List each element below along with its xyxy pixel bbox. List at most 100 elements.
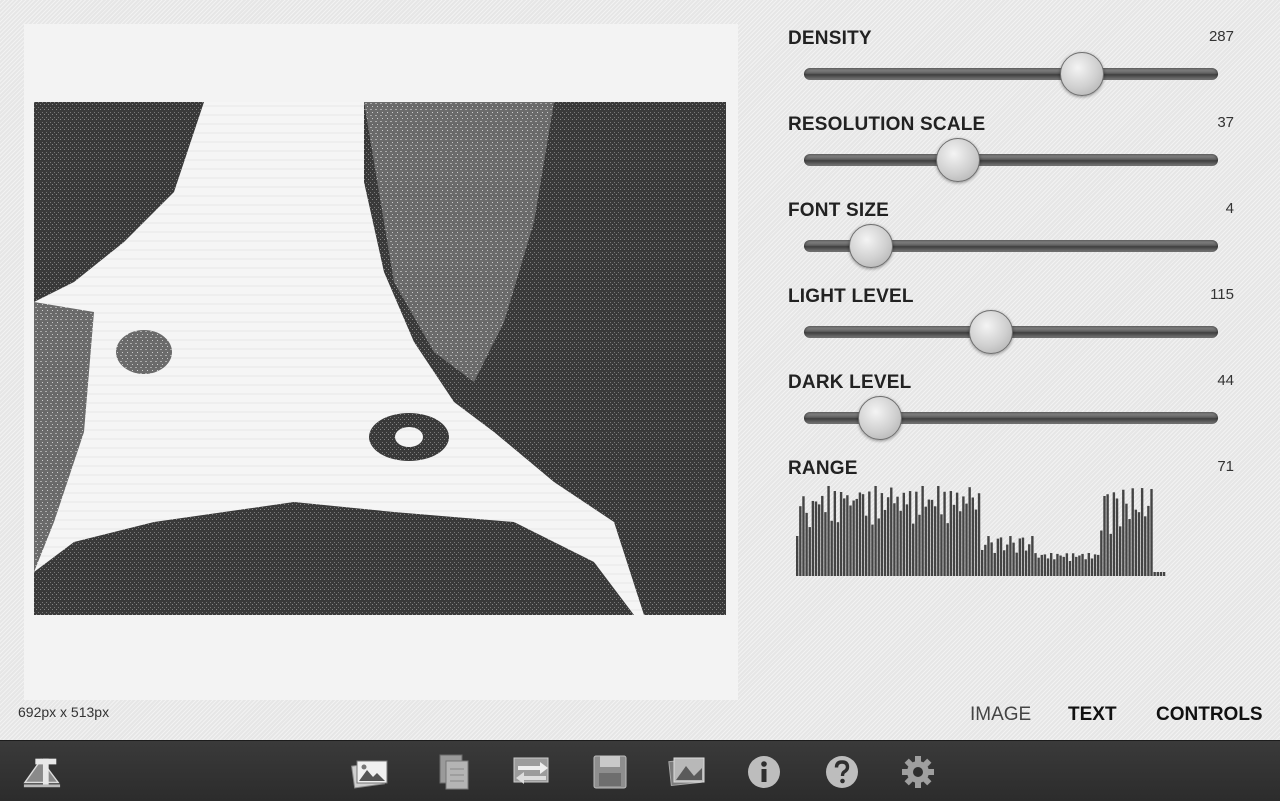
ascii-text-logo-icon[interactable] <box>22 753 62 791</box>
histogram-bar <box>839 491 843 576</box>
histogram-bar <box>933 506 937 576</box>
histogram-bar <box>849 505 852 576</box>
light-level-slider-track[interactable] <box>804 310 1218 354</box>
histogram-bar <box>1087 553 1091 576</box>
density-slider-track[interactable] <box>804 52 1218 96</box>
histogram-bar <box>927 499 931 576</box>
histogram-bar <box>949 491 953 576</box>
histogram-bar <box>1037 557 1040 576</box>
histogram-bar <box>1062 556 1065 576</box>
image-gallery-icon[interactable] <box>666 753 706 791</box>
font-size-control: FONT SIZE 4 <box>788 196 1238 282</box>
histogram-bar <box>868 491 871 576</box>
dark-level-value: 44 <box>1217 372 1234 389</box>
font-size-slider-thumb[interactable] <box>849 224 894 268</box>
histogram-bar <box>905 504 909 576</box>
histogram-bar <box>830 520 833 576</box>
dark-level-slider-track[interactable] <box>804 396 1218 440</box>
histogram-bar <box>846 495 849 576</box>
histogram-bar <box>890 487 893 576</box>
histogram-bar <box>1046 558 1050 576</box>
histogram-bar <box>912 523 915 576</box>
histogram-bar <box>1153 572 1156 576</box>
dark-level-slider-thumb[interactable] <box>857 396 902 440</box>
histogram-bar <box>1156 572 1159 576</box>
histogram-bar <box>1118 526 1122 576</box>
histogram-bar <box>821 495 824 576</box>
resolution-scale-slider-track[interactable] <box>804 138 1218 182</box>
font-size-label: FONT SIZE <box>788 200 890 221</box>
histogram-bar <box>1140 488 1144 576</box>
resolution-scale-value: 37 <box>1217 114 1234 131</box>
help-icon[interactable] <box>822 753 862 791</box>
histogram-bar <box>843 498 846 576</box>
histogram-bar <box>993 552 996 576</box>
light-level-slider-thumb[interactable] <box>969 310 1014 354</box>
tab-image[interactable]: IMAGE <box>970 704 1031 726</box>
histogram-bar <box>1159 572 1163 576</box>
histogram-bar <box>871 524 874 576</box>
histogram-bar <box>1112 492 1116 576</box>
histogram-bar <box>886 497 890 576</box>
controls-panel: DENSITY 287 RESOLUTION SCALE 37 FONT SIZ… <box>788 24 1238 540</box>
histogram-bar <box>984 544 987 576</box>
density-slider-thumb[interactable] <box>1060 52 1105 96</box>
histogram-bar <box>1056 553 1059 576</box>
histogram-bar <box>827 486 830 576</box>
histogram-bar <box>1059 555 1062 576</box>
histogram-bar <box>924 506 927 576</box>
histogram-bar <box>1015 552 1018 576</box>
histogram-bar <box>943 491 946 576</box>
histogram-bar <box>937 486 940 576</box>
resolution-scale-slider-thumb[interactable] <box>936 138 981 182</box>
histogram-bar <box>902 492 906 576</box>
settings-gear-icon[interactable] <box>898 753 938 791</box>
histogram-bar <box>1012 542 1015 576</box>
histogram-bar <box>1106 494 1109 576</box>
info-icon[interactable] <box>744 753 784 791</box>
histogram-bar <box>799 506 802 576</box>
light-level-label: LIGHT LEVEL <box>788 286 914 307</box>
histogram-bar <box>1078 555 1081 576</box>
histogram-bar <box>1081 553 1084 576</box>
tab-text[interactable]: TEXT <box>1068 704 1117 726</box>
histogram-bar <box>877 518 880 576</box>
histogram-bar <box>971 497 974 576</box>
open-images-icon[interactable] <box>350 753 390 791</box>
tab-controls[interactable]: CONTROLS <box>1156 704 1263 726</box>
histogram-bar <box>918 514 921 576</box>
histogram-bar <box>836 522 840 576</box>
histogram-bar <box>1150 489 1153 576</box>
font-size-slider-track[interactable] <box>804 224 1218 268</box>
histogram-bar <box>852 500 855 576</box>
light-level-control: LIGHT LEVEL 115 <box>788 282 1238 368</box>
histogram-bar <box>962 496 965 576</box>
histogram-bar <box>874 486 877 576</box>
histogram-bar <box>864 515 868 576</box>
bottom-toolbar <box>0 740 1280 801</box>
resolution-scale-control: RESOLUTION SCALE 37 <box>788 110 1238 196</box>
histogram-bar <box>1065 553 1069 576</box>
range-label: RANGE <box>788 458 858 479</box>
ascii-art-image <box>34 102 726 615</box>
histogram-bar <box>1075 556 1078 576</box>
light-level-value: 115 <box>1210 286 1234 303</box>
density-control: DENSITY 287 <box>788 24 1238 110</box>
save-icon[interactable] <box>590 753 630 791</box>
histogram-bar <box>955 492 959 576</box>
histogram-bar <box>811 500 815 576</box>
histogram-bar <box>915 491 918 576</box>
histogram-bar <box>1006 544 1009 576</box>
histogram-bar <box>814 501 818 576</box>
histogram-bar <box>1093 554 1097 576</box>
histogram-bar <box>1024 550 1028 576</box>
histogram-bar <box>999 537 1003 576</box>
histogram-bar <box>1002 550 1006 576</box>
range-histogram[interactable] <box>796 484 1166 576</box>
histogram-bar <box>952 504 956 576</box>
histogram-bar <box>1103 495 1106 576</box>
export-swap-icon[interactable] <box>512 753 552 791</box>
histogram-bar <box>977 493 981 576</box>
copy-documents-icon[interactable] <box>434 753 474 791</box>
range-value: 71 <box>1217 458 1234 475</box>
